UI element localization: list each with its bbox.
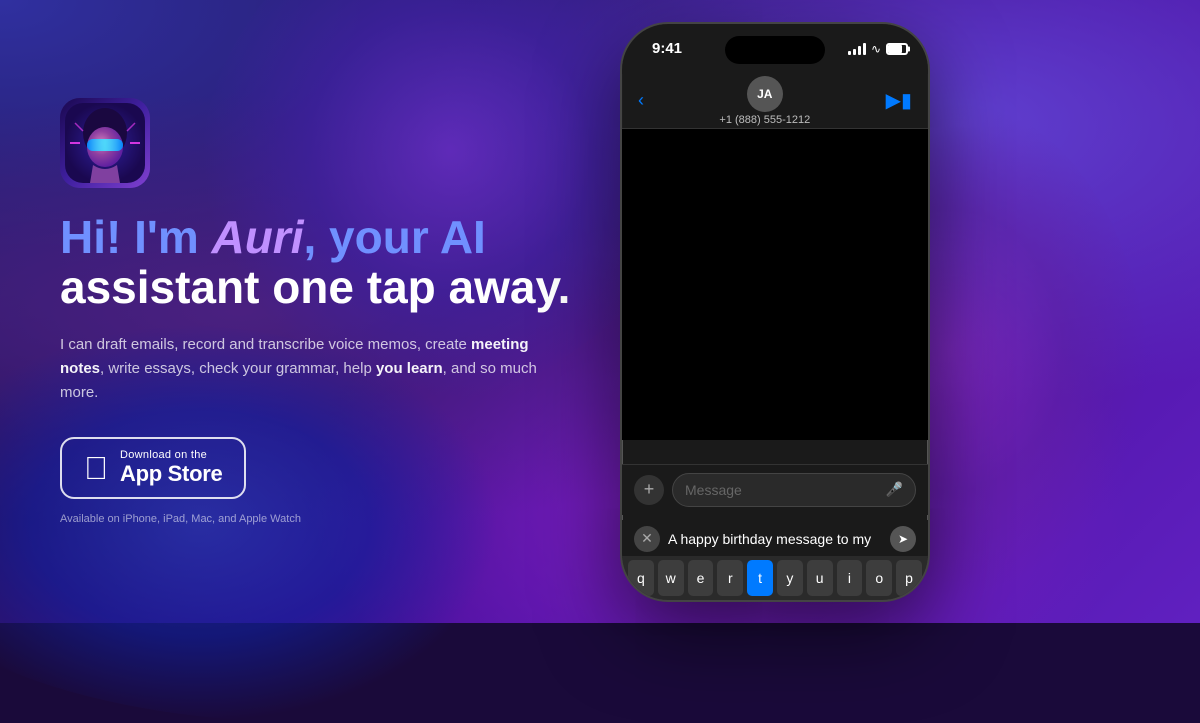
headline: Hi! I'm Auri, your AI assistant one tap … (60, 212, 580, 313)
messages-header: ‹ JA +1 (888) 555-1212 ▶▮ (622, 74, 928, 129)
app-icon (60, 98, 150, 188)
phone-wrapper: 9:41 ∿ (620, 22, 930, 602)
keyboard: q w e r t y u i o p (622, 556, 928, 600)
contact-avatar: JA (747, 76, 783, 112)
message-placeholder: Message (685, 482, 878, 498)
video-call-icon[interactable]: ▶▮ (886, 88, 912, 113)
message-input-area: + Message 🎤 (622, 464, 928, 515)
contact-phone: +1 (888) 555-1212 (719, 114, 810, 126)
mic-icon: 🎤 (886, 481, 903, 498)
btn-text: Download on the App Store (120, 449, 222, 487)
key-y[interactable]: y (777, 560, 803, 596)
headline-part3: assistant one tap away. (60, 261, 570, 313)
keyboard-row-1: q w e r t y u i o p (622, 556, 928, 600)
key-i[interactable]: i (837, 560, 863, 596)
contact-info: JA +1 (888) 555-1212 (719, 76, 810, 126)
ai-prompt-text: A happy birthday message to my (668, 531, 882, 547)
right-panel: 9:41 ∿ (620, 22, 930, 602)
signal-bars-icon (848, 43, 866, 55)
key-p[interactable]: p (896, 560, 922, 596)
send-button[interactable]: ➤ (890, 526, 916, 552)
dynamic-island (725, 36, 825, 64)
available-text: Available on iPhone, iPad, Mac, and Appl… (60, 513, 580, 525)
headline-hi: Hi! I'm (60, 211, 212, 263)
battery-icon (886, 43, 908, 55)
key-o[interactable]: o (866, 560, 892, 596)
key-e[interactable]: e (688, 560, 714, 596)
left-panel: Hi! I'm Auri, your AI assistant one tap … (60, 98, 620, 526)
description: I can draft emails, record and transcrib… (60, 333, 540, 405)
status-time: 9:41 (652, 40, 682, 57)
key-r[interactable]: r (717, 560, 743, 596)
btn-large-text: App Store (120, 461, 222, 487)
key-q[interactable]: q (628, 560, 654, 596)
btn-small-text: Download on the (120, 449, 207, 461)
wifi-icon: ∿ (871, 42, 881, 56)
key-w[interactable]: w (658, 560, 684, 596)
key-u[interactable]: u (807, 560, 833, 596)
messages-area (622, 129, 928, 440)
message-input-box[interactable]: Message 🎤 (672, 473, 916, 507)
ai-prompt-bar: ✕ A happy birthday message to my ➤ (622, 520, 928, 558)
app-icon-svg (65, 103, 145, 183)
close-circle-button[interactable]: ✕ (634, 526, 660, 552)
key-t[interactable]: t (747, 560, 773, 596)
headline-part2: , your AI (304, 211, 486, 263)
headline-auri: Auri (212, 211, 304, 263)
plus-button[interactable]: + (634, 475, 664, 505)
apple-logo-icon:  (84, 452, 108, 484)
iphone-mockup: 9:41 ∿ (620, 22, 930, 602)
app-store-button[interactable]:  Download on the App Store (60, 437, 246, 499)
status-icons: ∿ (848, 42, 908, 56)
back-button[interactable]: ‹ (638, 90, 644, 111)
